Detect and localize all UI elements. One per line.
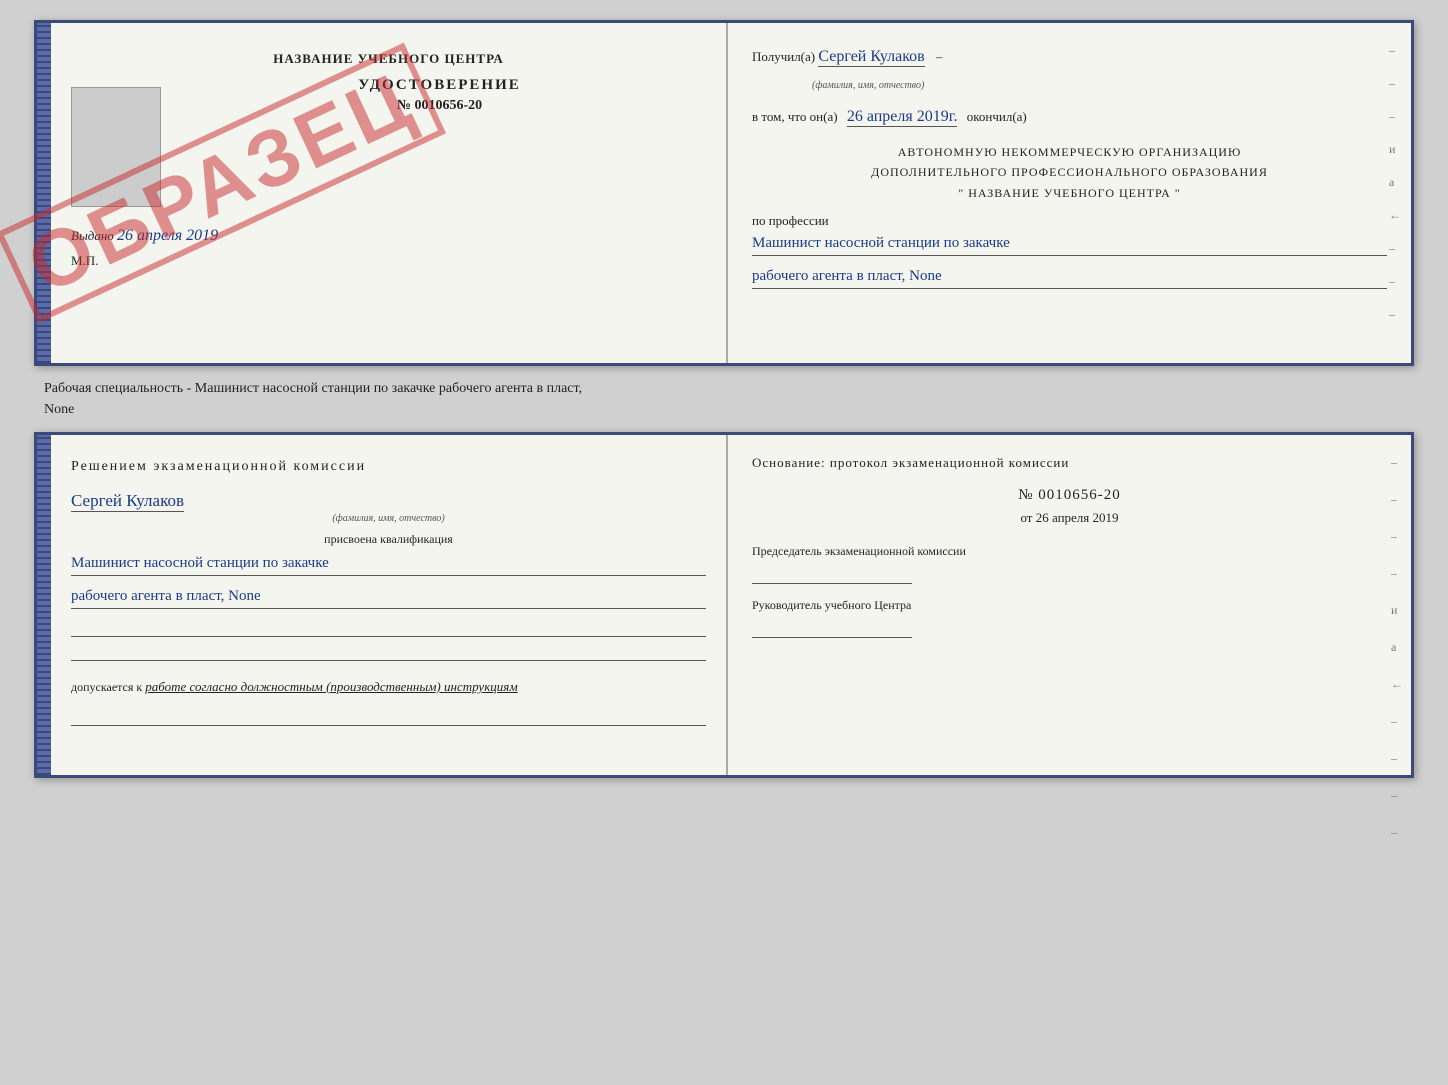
bottom-left-page: Решением экзаменационной комиссии Сергей… xyxy=(51,435,728,775)
blank-line-1 xyxy=(71,617,706,637)
cert-body: УДОСТОВЕРЕНИЕ № 0010656-20 xyxy=(71,77,706,207)
po-professii: по профессии xyxy=(752,213,1387,229)
profession-section: по профессии Машинист насосной станции п… xyxy=(752,213,1387,289)
protocol-number: № 0010656-20 xyxy=(752,487,1387,504)
org-line1: АВТОНОМНУЮ НЕКОММЕРЧЕСКУЮ ОРГАНИЗАЦИЮ xyxy=(752,142,1387,162)
dopusk-detail: работе согласно должностным (производств… xyxy=(145,679,517,694)
bottom-name: Сергей Кулаков xyxy=(71,491,184,512)
blank-line-3 xyxy=(71,706,706,726)
bottom-name-row: Сергей Кулаков xyxy=(71,491,706,511)
prisvoyena-label: присвоена квалификация xyxy=(71,532,706,547)
reshen-title: Решением экзаменационной комиссии xyxy=(71,455,706,479)
info-line2: None xyxy=(44,399,1404,420)
info-line1: Рабочая специальность - Машинист насосно… xyxy=(44,378,1404,399)
info-text-block: Рабочая специальность - Машинист насосно… xyxy=(34,374,1414,424)
protocol-date-value: 26 апреля 2019 xyxy=(1036,510,1119,525)
right-top-section: Получил(а) Сергей Кулаков – (фамилия, им… xyxy=(752,43,1387,132)
bottom-familiya-label: (фамилия, имя, отчество) xyxy=(71,513,706,524)
top-right-page: Получил(а) Сергей Кулаков – (фамилия, им… xyxy=(728,23,1411,363)
bottom-right-page: Основание: протокол экзаменационной коми… xyxy=(728,435,1411,775)
bottom-booklet: Решением экзаменационной комиссии Сергей… xyxy=(34,432,1414,778)
poluchil-name: Сергей Кулаков xyxy=(818,48,924,67)
org-line2: ДОПОЛНИТЕЛЬНОГО ПРОФЕССИОНАЛЬНОГО ОБРАЗО… xyxy=(752,162,1387,182)
cert-details: УДОСТОВЕРЕНИЕ № 0010656-20 xyxy=(173,77,706,207)
vtom-label: в том, что он(а) xyxy=(752,109,838,124)
top-left-page: НАЗВАНИЕ УЧЕБНОГО ЦЕНТРА ОБРАЗЕЦ УДОСТОВ… xyxy=(51,23,728,363)
bottom-qualification-line1: Машинист насосной станции по закачке xyxy=(71,551,706,576)
poluchil-label: Получил(а) xyxy=(752,49,815,64)
cert-mp: М.П. xyxy=(71,253,706,269)
booklet-spine-bottom xyxy=(37,435,51,775)
cert-issued: Выдано 26 апреля 2019 xyxy=(71,227,706,245)
vtom-date: 26 апреля 2019г. xyxy=(847,108,958,127)
poluchil-row: Получил(а) Сергей Кулаков – (фамилия, им… xyxy=(752,43,1387,95)
ot-label: от xyxy=(1020,510,1032,525)
predsedatel-title: Председатель экзаменационной комиссии xyxy=(752,542,1387,560)
predsedatel-block: Председатель экзаменационной комиссии xyxy=(752,542,1387,584)
bottom-qualification-line2: рабочего агента в пласт, None xyxy=(71,584,706,609)
vtom-row: в том, что он(а) 26 апреля 2019г. окончи… xyxy=(752,103,1387,132)
predsedatel-sig-line xyxy=(752,564,912,584)
rukovoditel-sig-line xyxy=(752,618,912,638)
org-line3: " НАЗВАНИЕ УЧЕБНОГО ЦЕНТРА " xyxy=(752,183,1387,203)
booklet-spine-top xyxy=(37,23,51,363)
profession-line1: Машинист насосной станции по закачке xyxy=(752,231,1387,256)
blank-line-2 xyxy=(71,641,706,661)
osnov-title: Основание: протокол экзаменационной коми… xyxy=(752,455,1387,471)
cert-udostoverenie: УДОСТОВЕРЕНИЕ xyxy=(173,77,706,94)
right-margin-dashes-bottom: – – – – и а ← – – – – xyxy=(1391,455,1403,840)
familiya-label-top: (фамилия, имя, отчество) xyxy=(812,80,924,91)
issued-label: Выдано xyxy=(71,228,114,243)
protocol-date: от 26 апреля 2019 xyxy=(752,510,1387,526)
rukovoditel-title: Руководитель учебного Центра xyxy=(752,596,1387,614)
dopuskaetsya-label: допускается к xyxy=(71,680,142,694)
dopusk-text: допускается к работе согласно должностны… xyxy=(71,677,706,698)
profession-line2: рабочего агента в пласт, None xyxy=(752,264,1387,289)
cert-number: № 0010656-20 xyxy=(173,98,706,114)
issued-date: 26 апреля 2019 xyxy=(117,227,218,244)
right-margin-dashes-top: – – – и а ← – – – xyxy=(1389,43,1401,322)
org-text: АВТОНОМНУЮ НЕКОММЕРЧЕСКУЮ ОРГАНИЗАЦИЮ ДО… xyxy=(752,142,1387,203)
cert-title: НАЗВАНИЕ УЧЕБНОГО ЦЕНТРА xyxy=(71,51,706,67)
top-booklet: НАЗВАНИЕ УЧЕБНОГО ЦЕНТРА ОБРАЗЕЦ УДОСТОВ… xyxy=(34,20,1414,366)
cert-photo xyxy=(71,87,161,207)
okonchil-label: окончил(а) xyxy=(967,109,1027,124)
rukovoditel-block: Руководитель учебного Центра xyxy=(752,596,1387,638)
document-container: НАЗВАНИЕ УЧЕБНОГО ЦЕНТРА ОБРАЗЕЦ УДОСТОВ… xyxy=(34,20,1414,778)
